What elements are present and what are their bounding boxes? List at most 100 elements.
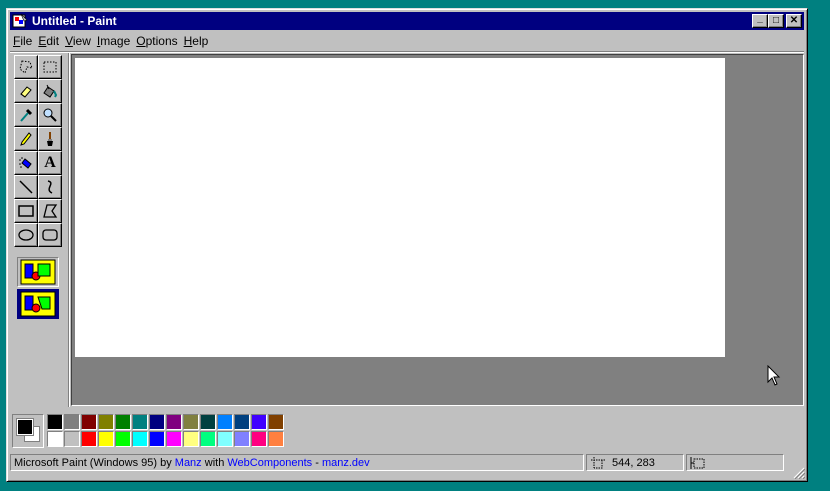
menu-edit[interactable]: Edit [35,34,62,48]
free-form-select-icon [19,60,33,74]
palette-swatch[interactable] [98,431,114,447]
menu-view-label: iew [72,34,91,48]
status-with: with [201,456,228,469]
tool-ellipse[interactable] [14,223,38,247]
rounded-rect-icon [42,229,58,241]
magnifier-icon [43,108,57,122]
menu-help-accel: H [183,34,193,48]
eraser-icon [20,86,32,98]
palette-swatch[interactable] [47,414,63,430]
resize-grip-icon[interactable] [793,467,805,479]
tool-brush[interactable] [38,127,62,151]
tool-curve[interactable] [38,175,62,199]
paint-app-icon[interactable] [12,13,28,29]
palette-swatch[interactable] [234,431,250,447]
paint-window: Untitled - Paint _ □ ✕ File Edit View Im… [6,8,808,482]
palette-swatch[interactable] [166,431,182,447]
palette-swatch[interactable] [217,431,233,447]
tool-pick-color[interactable] [14,103,38,127]
menu-divider [10,51,804,53]
palette-swatch[interactable] [166,414,182,430]
palette-swatch[interactable] [132,414,148,430]
palette-swatch[interactable] [183,414,199,430]
tool-rect-select[interactable] [38,55,62,79]
maximize-icon: □ [772,15,780,26]
palette-swatch[interactable] [81,431,97,447]
palette-swatch[interactable] [268,431,284,447]
palette-swatch[interactable] [115,414,131,430]
palette-swatch[interactable] [98,414,114,430]
close-icon: ✕ [789,15,799,26]
menu-file[interactable]: File [10,34,35,48]
palette-swatch[interactable] [234,414,250,430]
palette-swatch[interactable] [132,431,148,447]
menu-view-accel: V [65,34,73,48]
palette-swatch[interactable] [200,431,216,447]
palette-swatch[interactable] [64,414,80,430]
menu-file-label: ile [20,34,33,48]
pencil-icon [20,132,32,146]
palette-swatch[interactable] [115,431,131,447]
option-transparent-off[interactable] [17,257,59,287]
polygon-icon [43,204,58,218]
tool-eraser[interactable] [14,79,38,103]
close-button[interactable]: ✕ [786,14,802,28]
ellipse-icon [18,229,34,241]
palette-swatch[interactable] [149,431,165,447]
tool-pencil[interactable] [14,127,38,151]
tool-rounded-rect[interactable] [38,223,62,247]
menu-help-label: elp [192,34,209,48]
palette-swatch[interactable] [251,414,267,430]
drawing-canvas[interactable] [75,58,725,357]
minimize-button[interactable]: _ [752,14,768,28]
author-link[interactable]: Manz [175,457,202,469]
palette-swatch[interactable] [217,414,233,430]
airbrush-icon [19,157,32,169]
mouse-pointer-icon [767,365,781,386]
canvas-workspace[interactable] [71,54,804,406]
menu-view[interactable]: View [62,34,94,48]
status-prefix: Microsoft Paint (Windows 95) by [14,456,175,469]
selection-size-icon [690,456,705,469]
brush-icon [47,132,53,146]
webcomponents-link[interactable]: WebComponents [227,457,312,469]
palette-swatch[interactable] [183,431,199,447]
palette-swatch[interactable] [251,431,267,447]
palette-swatch[interactable] [47,431,63,447]
tool-polygon[interactable] [38,199,62,223]
option-transparent-on[interactable] [17,289,59,319]
minimize-icon: _ [757,13,763,24]
tool-fill[interactable] [38,79,62,103]
menu-image[interactable]: Image [94,34,133,48]
window-title: Untitled - Paint [32,14,117,28]
tool-line[interactable] [14,175,38,199]
status-bar: Microsoft Paint (Windows 95) by Manz wit… [10,453,804,472]
palette-swatch[interactable] [149,414,165,430]
status-selection-size [686,454,784,471]
palette-swatch[interactable] [268,414,284,430]
current-colors[interactable] [12,414,44,448]
tools-grid: A [14,55,62,247]
color-box [10,410,804,450]
toolbox: A [10,53,68,407]
tool-rectangle[interactable] [14,199,38,223]
palette-swatch[interactable] [64,431,80,447]
title-bar[interactable]: Untitled - Paint _ □ ✕ [10,12,804,30]
tool-magnifier[interactable] [38,103,62,127]
tool-free-form-select[interactable] [14,55,38,79]
status-coordinates: 544, 283 [586,454,684,471]
text-icon: A [44,154,56,171]
tool-text[interactable]: A [38,151,62,175]
color-palette [47,414,285,448]
site-link[interactable]: manz.dev [322,457,370,469]
menu-help[interactable]: Help [181,34,212,48]
coordinates-icon [591,456,605,468]
primary-color-swatch[interactable] [16,418,34,436]
palette-swatch[interactable] [200,414,216,430]
menu-options[interactable]: Options [133,34,180,48]
tool-airbrush[interactable] [14,151,38,175]
curve-icon [47,180,53,194]
maximize-button[interactable]: □ [768,14,784,28]
menu-options-label: ptions [145,34,178,48]
palette-swatch[interactable] [81,414,97,430]
